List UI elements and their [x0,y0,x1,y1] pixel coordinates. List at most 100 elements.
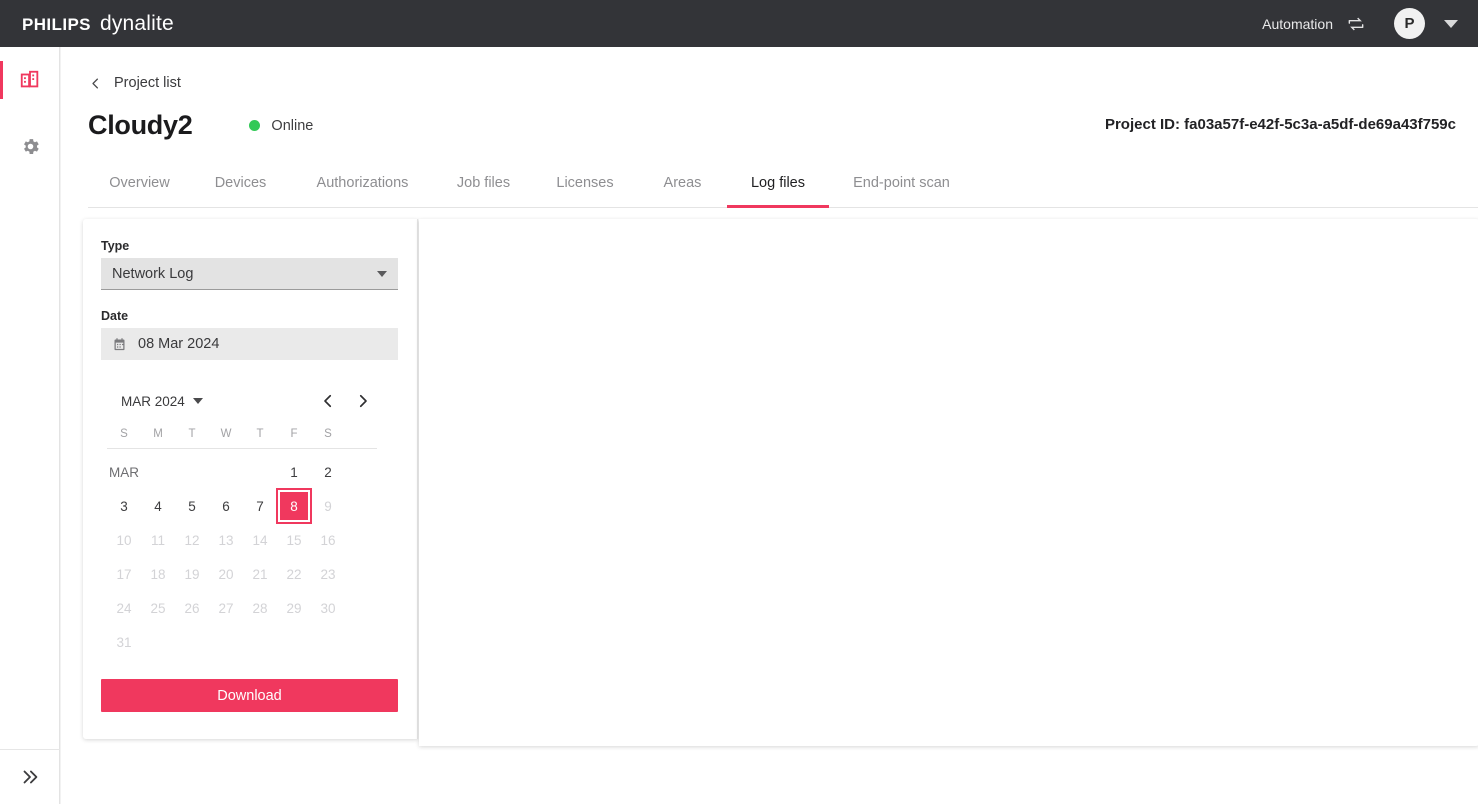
calendar-day[interactable]: 7 [243,489,277,523]
chevron-down-icon [377,271,387,277]
log-type-select[interactable]: Network Log [101,258,398,290]
double-chevron-right-icon [19,766,41,788]
calendar-dow-header: S [311,428,345,440]
calendar-day: 18 [141,557,175,591]
calendar-empty-cell [243,455,277,489]
brand-logo: PHILIPS dynalite [22,12,174,36]
calendar-day: 19 [175,557,209,591]
tab-bar: OverviewDevicesAuthorizationsJob filesLi… [88,165,1478,208]
calendar-dow-header: M [141,428,175,440]
top-bar: PHILIPS dynalite Automation P [0,0,1478,47]
tab-licenses[interactable]: Licenses [532,165,638,207]
page-title: Cloudy2 [88,110,192,141]
avatar[interactable]: P [1394,8,1425,39]
sidebar-item-projects[interactable] [0,53,60,107]
chevron-right-icon [354,392,372,410]
calendar-day: 9 [311,489,345,523]
rail-expand-button[interactable] [0,750,60,804]
project-id: Project ID: fa03a57f-e42f-5c3a-a5df-de69… [1105,116,1456,133]
status-badge: Online [249,118,313,134]
calendar-day: 24 [107,591,141,625]
calendar-dow-header: S [107,428,141,440]
calendar-day: 10 [107,523,141,557]
chevron-down-icon[interactable] [1444,20,1458,28]
calendar-month-selector[interactable]: MAR 2024 [121,394,203,409]
chevron-left-icon [88,76,103,91]
calendar-day: 20 [209,557,243,591]
avatar-initial: P [1404,15,1414,32]
calendar-day: 28 [243,591,277,625]
sidebar-item-settings[interactable] [0,119,60,173]
calendar-day: 15 [277,523,311,557]
calendar-day: 16 [311,523,345,557]
calendar-day[interactable]: 2 [311,455,345,489]
breadcrumb-back-label: Project list [114,75,181,91]
calendar-dow-header: T [243,428,277,440]
calendar-nav [319,392,377,410]
calendar-grid: MAR1234567891011121314151617181920212223… [107,455,377,659]
download-button[interactable]: Download [101,679,398,712]
calendar-day[interactable]: 5 [175,489,209,523]
tab-end-point-scan[interactable]: End-point scan [829,165,974,207]
tab-job-files[interactable]: Job files [435,165,532,207]
calendar-empty-cell [141,455,175,489]
calendar-day[interactable]: 6 [209,489,243,523]
breadcrumb-back-link[interactable]: Project list [88,75,181,91]
calendar-day-selected[interactable]: 8 [280,492,308,520]
calendar-day[interactable]: 1 [277,455,311,489]
calendar-day: 21 [243,557,277,591]
status-dot-icon [249,120,260,131]
calendar-prev-button[interactable] [319,392,337,410]
calendar-day[interactable]: 4 [141,489,175,523]
tab-log-files[interactable]: Log files [727,165,829,207]
filter-form: Type Network Log Date 08 Mar 2024 [83,219,417,360]
chevron-left-icon [319,392,337,410]
date-picker: MAR 2024 [101,388,377,659]
calendar-day: 13 [209,523,243,557]
chevron-down-icon [193,398,203,404]
calendar-day: 30 [311,591,345,625]
calendar-day: 26 [175,591,209,625]
date-field-label: Date [101,309,399,323]
building-icon [19,69,41,91]
top-bar-actions: Automation P [1262,8,1478,39]
tab-overview[interactable]: Overview [88,165,191,207]
calendar-day: 29 [277,591,311,625]
type-field-label: Type [101,239,399,253]
calendar-dow-header: T [175,428,209,440]
tab-areas[interactable]: Areas [638,165,727,207]
calendar-day: 23 [311,557,345,591]
calendar-day: 11 [141,523,175,557]
calendar-icon [112,337,127,352]
brand-dynalite-text: dynalite [100,12,174,36]
swap-icon[interactable] [1346,14,1366,34]
date-input[interactable]: 08 Mar 2024 [101,328,398,360]
page-title-row: Cloudy2 Online Project ID: fa03a57f-e42f… [88,110,1478,141]
log-files-content: Type Network Log Date 08 Mar 2024 MAR 20… [83,219,1478,739]
calendar-header: MAR 2024 [101,388,377,414]
automation-label: Automation [1262,16,1333,32]
calendar-day: 12 [175,523,209,557]
calendar-empty-cell [209,455,243,489]
calendar-day[interactable]: 3 [107,489,141,523]
calendar-day: 25 [141,591,175,625]
brand-philips-text: PHILIPS [22,15,91,35]
calendar-dow-header: W [209,428,243,440]
calendar-month-row-label: MAR [107,455,141,489]
calendar-day-headers: SMTWTFS [107,428,377,449]
calendar-day: 31 [107,625,141,659]
log-filter-panel: Type Network Log Date 08 Mar 2024 MAR 20… [83,219,418,739]
log-preview-panel [419,219,1478,746]
log-type-value: Network Log [112,266,193,282]
calendar-day: 22 [277,557,311,591]
tab-authorizations[interactable]: Authorizations [290,165,435,207]
tab-devices[interactable]: Devices [191,165,290,207]
calendar-day: 27 [209,591,243,625]
left-rail [0,47,60,804]
gear-icon [20,136,41,157]
date-value: 08 Mar 2024 [138,336,219,352]
calendar-next-button[interactable] [354,392,372,410]
page-body: Project list Cloudy2 Online Project ID: … [61,47,1478,804]
calendar-day: 17 [107,557,141,591]
calendar-day: 14 [243,523,277,557]
